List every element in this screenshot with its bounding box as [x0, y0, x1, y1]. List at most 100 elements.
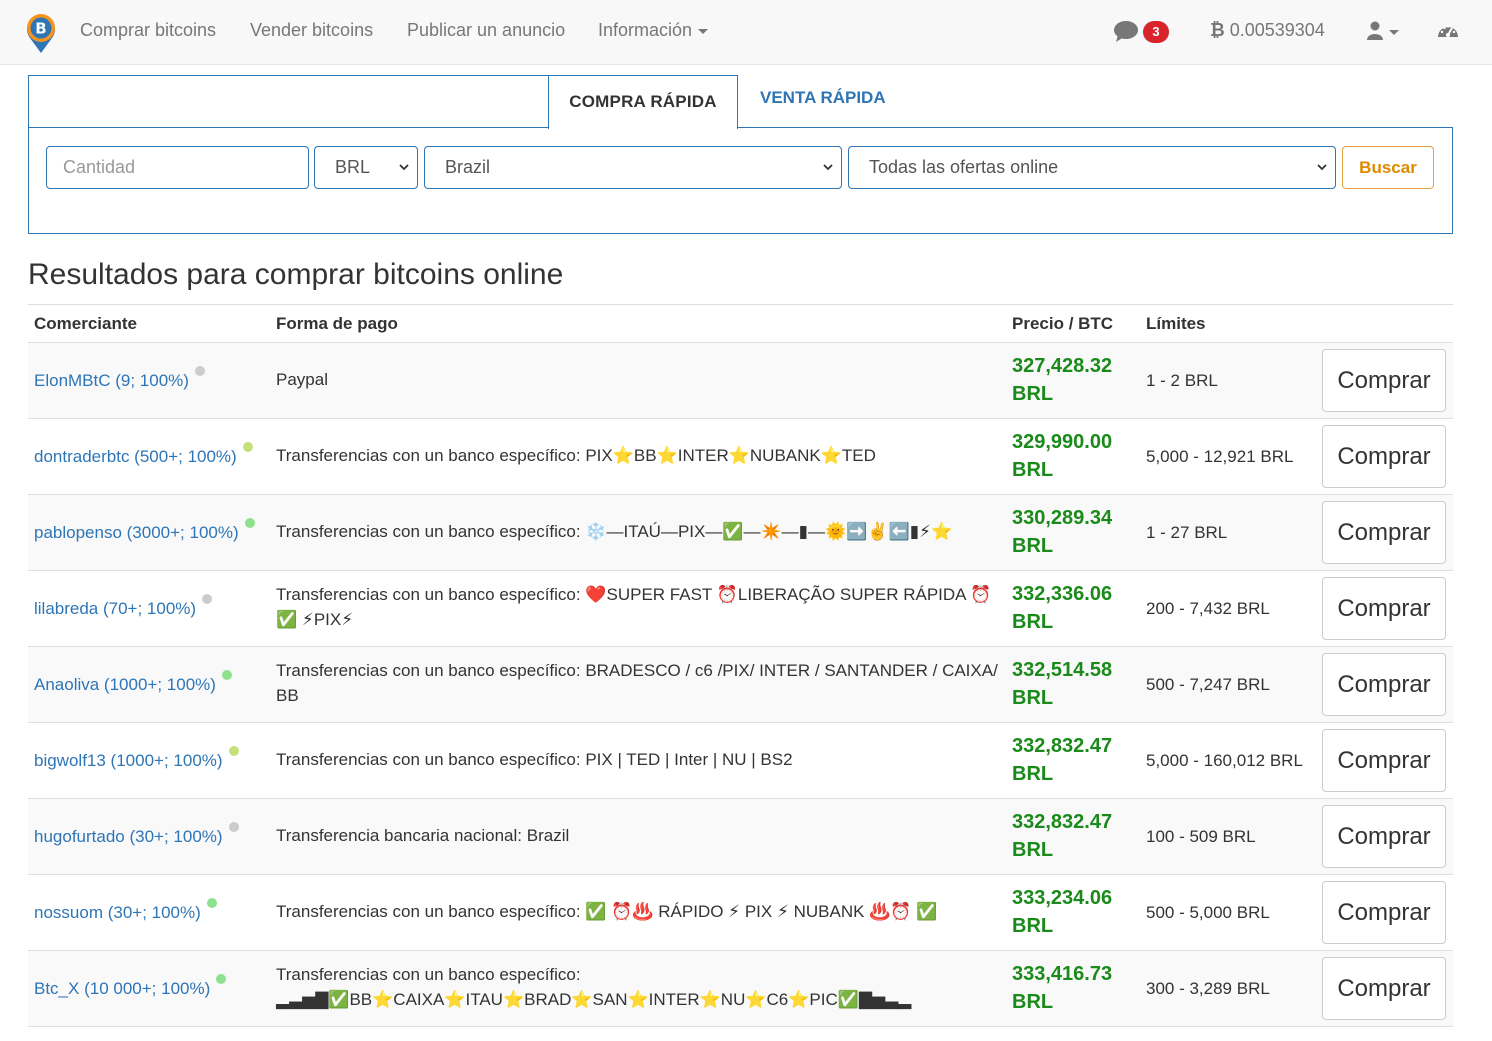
price-per-btc: 332,832.47 BRL	[1012, 808, 1112, 864]
trader-name: Anaoliva (1000+; 100%)	[34, 675, 216, 694]
trade-limits: 1 - 27 BRL	[1146, 523, 1228, 542]
price-value: 327,428.32	[1012, 355, 1113, 377]
price-currency: BRL	[1012, 383, 1054, 405]
currency-select[interactable]: BRL	[314, 146, 418, 189]
bitcoin-pin-logo-icon[interactable]: B	[24, 12, 58, 54]
payment-method: Transferencias con un banco específico: …	[276, 661, 998, 705]
payment-method: Transferencias con un banco específico: …	[276, 902, 938, 921]
buy-button[interactable]: Comprar	[1322, 729, 1446, 792]
online-status-dot	[229, 822, 239, 832]
price-currency: BRL	[1012, 763, 1054, 785]
wallet-balance[interactable]: ₿ 0.00539304	[1210, 20, 1325, 41]
buy-button[interactable]: Comprar	[1322, 653, 1446, 716]
tab-quick-buy[interactable]: COMPRA RÁPIDA	[548, 75, 738, 129]
nav-sell-bitcoins[interactable]: Vender bitcoins	[250, 20, 373, 41]
trade-limits: 100 - 509 BRL	[1146, 827, 1256, 846]
trade-limits: 5,000 - 160,012 BRL	[1146, 751, 1303, 770]
results-table: Comerciante Forma de pago Precio / BTC L…	[28, 304, 1453, 1027]
price-per-btc: 332,514.58 BRL	[1012, 656, 1112, 712]
price-currency: BRL	[1012, 687, 1054, 709]
offers-select[interactable]: Todas las ofertas online	[848, 146, 1336, 189]
price-value: 330,289.34	[1012, 507, 1113, 529]
price-value: 333,234.06	[1012, 887, 1113, 909]
user-menu-icon[interactable]	[1367, 21, 1399, 43]
table-row: hugofurtado (30+; 100%) Transferencia ban…	[28, 799, 1453, 875]
trader-name: pablopenso (3000+; 100%)	[34, 523, 239, 542]
chevron-down-icon	[1317, 164, 1327, 171]
currency-select-value: BRL	[335, 157, 371, 177]
trade-limits: 500 - 5,000 BRL	[1146, 903, 1270, 922]
price-per-btc: 327,428.32 BRL	[1012, 352, 1112, 408]
table-row: bigwolf13 (1000+; 100%) Transferencias co…	[28, 723, 1453, 799]
price-value: 332,832.47	[1012, 811, 1113, 833]
bitcoin-icon: ₿	[1210, 20, 1225, 40]
table-row: ElonMBtC (9; 100%) Paypal 327,428.32 BRL 1 -…	[28, 343, 1453, 419]
table-row: lilabreda (70+; 100%) Transferencias con …	[28, 571, 1453, 647]
price-per-btc: 330,289.34 BRL	[1012, 504, 1112, 560]
price-currency: BRL	[1012, 991, 1054, 1013]
online-status-dot	[216, 974, 226, 984]
messages-badge[interactable]: 3	[1143, 21, 1169, 43]
chat-bubble-icon[interactable]	[1113, 20, 1139, 44]
trade-limits: 5,000 - 12,921 BRL	[1146, 447, 1294, 466]
country-select-value: Brazil	[445, 157, 491, 177]
online-status-dot	[207, 898, 217, 908]
trader-link[interactable]: hugofurtado (30+; 100%)	[34, 822, 239, 847]
trader-link[interactable]: lilabreda (70+; 100%)	[34, 594, 212, 619]
trader-link[interactable]: nossuom (30+; 100%)	[34, 898, 217, 923]
trader-link[interactable]: Anaoliva (1000+; 100%)	[34, 670, 232, 695]
buy-button[interactable]: Comprar	[1322, 577, 1446, 640]
tab-quick-sell[interactable]: VENTA RÁPIDA	[760, 88, 886, 108]
price-currency: BRL	[1012, 459, 1054, 481]
payment-method: Paypal	[276, 370, 328, 389]
buy-button[interactable]: Comprar	[1322, 425, 1446, 488]
table-body: ElonMBtC (9; 100%) Paypal 327,428.32 BRL 1 -…	[28, 343, 1453, 1027]
table-row: dontraderbtc (500+; 100%) Transferencias …	[28, 419, 1453, 495]
price-value: 332,832.47	[1012, 735, 1113, 757]
dashboard-gauge-icon[interactable]	[1437, 22, 1459, 40]
price-value: 332,514.58	[1012, 659, 1113, 681]
buy-button[interactable]: Comprar	[1322, 957, 1446, 1020]
price-per-btc: 332,832.47 BRL	[1012, 732, 1112, 788]
payment-method: Transferencias con un banco específico: …	[276, 965, 912, 1009]
price-value: 333,416.73	[1012, 963, 1113, 985]
table-row: pablopenso (3000+; 100%) Transferencias c…	[28, 495, 1453, 571]
balance-amount: 0.00539304	[1229, 20, 1325, 40]
trader-name: hugofurtado (30+; 100%)	[34, 827, 223, 846]
search-button[interactable]: Buscar	[1342, 146, 1434, 189]
payment-method: Transferencias con un banco específico: …	[276, 750, 793, 769]
table-row: nossuom (30+; 100%) Transferencias con un…	[28, 875, 1453, 951]
nav-information-dropdown[interactable]: Información	[598, 20, 709, 41]
trader-link[interactable]: dontraderbtc (500+; 100%)	[34, 442, 253, 467]
header-price: Precio / BTC	[1012, 314, 1114, 333]
online-status-dot	[243, 442, 253, 452]
header-payment: Forma de pago	[276, 314, 398, 333]
online-status-dot	[222, 670, 232, 680]
nav-buy-bitcoins[interactable]: Comprar bitcoins	[80, 20, 216, 41]
buy-button[interactable]: Comprar	[1322, 881, 1446, 944]
amount-input[interactable]: Cantidad	[46, 146, 309, 189]
country-select[interactable]: Brazil	[424, 146, 842, 189]
trader-link[interactable]: bigwolf13 (1000+; 100%)	[34, 746, 239, 771]
trader-name: ElonMBtC (9; 100%)	[34, 371, 189, 390]
payment-method: Transferencias con un banco específico: …	[276, 446, 876, 465]
trader-name: bigwolf13 (1000+; 100%)	[34, 751, 223, 770]
trader-name: dontraderbtc (500+; 100%)	[34, 447, 237, 466]
header-limits: Límites	[1146, 314, 1206, 333]
results-title: Resultados para comprar bitcoins online	[28, 258, 564, 291]
trader-link[interactable]: ElonMBtC (9; 100%)	[34, 366, 205, 391]
nav-information-label: Información	[598, 20, 693, 40]
payment-method: Transferencia bancaria nacional: Brazil	[276, 826, 570, 845]
table-row: Anaoliva (1000+; 100%) Transferencias con…	[28, 647, 1453, 723]
buy-button[interactable]: Comprar	[1322, 805, 1446, 868]
chevron-down-icon	[399, 164, 409, 171]
trader-link[interactable]: pablopenso (3000+; 100%)	[34, 518, 255, 543]
trader-link[interactable]: Btc_X (10 000+; 100%)	[34, 974, 226, 999]
trader-name: nossuom (30+; 100%)	[34, 903, 201, 922]
buy-button[interactable]: Comprar	[1322, 349, 1446, 412]
table-header: Comerciante Forma de pago Precio / BTC L…	[28, 304, 1453, 343]
trader-name: lilabreda (70+; 100%)	[34, 599, 197, 618]
nav-publish-ad[interactable]: Publicar un anuncio	[407, 20, 565, 41]
chevron-down-icon	[823, 164, 833, 171]
buy-button[interactable]: Comprar	[1322, 501, 1446, 564]
